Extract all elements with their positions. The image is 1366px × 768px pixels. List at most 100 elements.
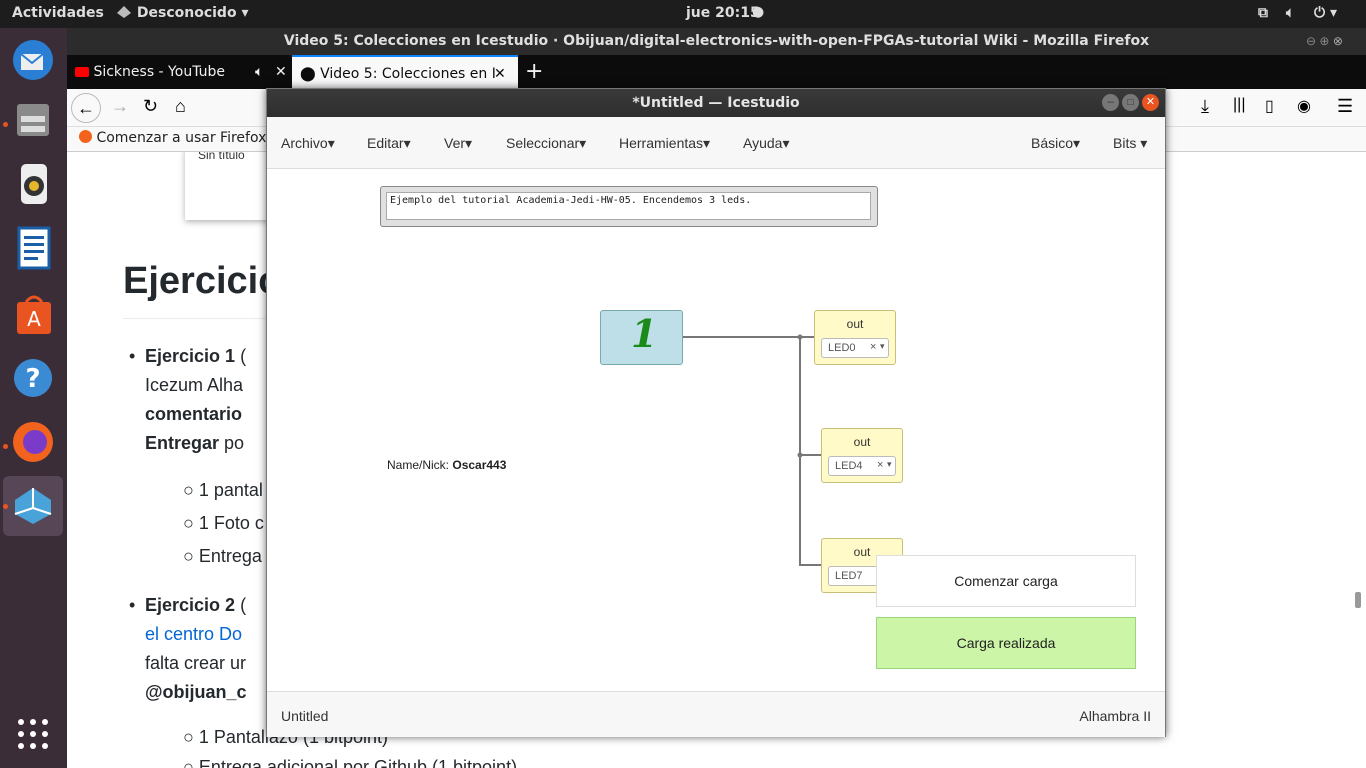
bookmark-item[interactable]: Comenzar a usar Firefox: [79, 130, 266, 146]
firefox-icon[interactable]: [9, 418, 57, 466]
sublist-item: ○ 1 pantal: [183, 480, 263, 500]
popup-text[interactable]: Sin título: [198, 152, 245, 162]
running-indicator: [3, 504, 8, 509]
menu-ayuda[interactable]: Ayuda▾: [743, 135, 789, 152]
menu-label: Básico: [1031, 135, 1074, 151]
wire[interactable]: [683, 336, 827, 566]
minimize-icon[interactable]: –: [1102, 94, 1119, 111]
rhythmbox-icon[interactable]: [9, 160, 57, 208]
back-button[interactable]: ←: [71, 93, 101, 123]
ubuntu-topbar: Actividades Desconocido ▾ jue 20:15 ● ⧉ …: [0, 0, 1366, 28]
project-name: Untitled: [281, 708, 329, 724]
tab-icestudio-wiki[interactable]: ⬤ Video 5: Colecciones en I ✕: [292, 55, 518, 89]
bookmark-label: Comenzar a usar Firefox: [96, 130, 267, 146]
maximize-icon[interactable]: ⊕: [1319, 34, 1329, 48]
name-label: Name/Nick:: [387, 458, 450, 472]
icestudio-window: *Untitled — Icestudio – □ ✕ Archivo▾ Edi…: [266, 88, 1166, 737]
icestudio-footer: Untitled Alhambra II: [267, 691, 1165, 737]
software-center-icon[interactable]: A: [9, 290, 57, 338]
menu-editar[interactable]: Editar▾: [367, 135, 411, 152]
audio-icon[interactable]: 🔈︎: [255, 55, 263, 89]
menu-label: Bits: [1113, 135, 1137, 151]
maximize-icon[interactable]: □: [1122, 94, 1139, 111]
svg-text:A: A: [27, 307, 41, 331]
svg-text:?: ?: [25, 364, 40, 394]
library-icon[interactable]: |||: [1233, 96, 1245, 114]
menu-label: Seleccionar: [506, 135, 580, 151]
clear-icon[interactable]: ×: [870, 341, 876, 353]
output-block[interactable]: out LED4 × ▾: [821, 428, 903, 483]
new-tab-button[interactable]: +: [525, 55, 543, 89]
clear-icon[interactable]: ×: [877, 459, 883, 471]
sublist-text: 1 pantal: [198, 480, 263, 500]
show-apps-icon[interactable]: [9, 710, 57, 758]
menu-label: Ayuda: [743, 135, 783, 151]
item-text: comentario: [145, 404, 243, 424]
output-block[interactable]: out LED0 × ▾: [814, 310, 896, 365]
page-scrollbar[interactable]: [1355, 592, 1361, 608]
list-item: • Ejercicio 1 ( Icezum Alha comentario E…: [129, 346, 247, 453]
running-indicator: [3, 444, 8, 449]
board-name[interactable]: Alhambra II: [1079, 708, 1151, 724]
icestudio-icon[interactable]: [3, 476, 63, 536]
wire-junction: [797, 452, 803, 458]
close-tab-icon[interactable]: ✕: [275, 55, 287, 89]
menu-bits[interactable]: Bits ▾: [1113, 135, 1147, 152]
menu-archivo[interactable]: Archivo▾: [281, 135, 335, 152]
firefox-bookmark-icon: [79, 130, 92, 143]
forward-button[interactable]: →: [111, 96, 129, 117]
files-icon[interactable]: [9, 96, 57, 144]
close-tab-icon[interactable]: ✕: [494, 57, 506, 91]
clock[interactable]: jue 20:15: [686, 5, 760, 21]
icestudio-menubar: Archivo▾ Editar▾ Ver▾ Seleccionar▾ Herra…: [267, 117, 1165, 169]
volume-icon[interactable]: 🔈︎: [1286, 5, 1294, 21]
activities-button[interactable]: Actividades: [12, 5, 104, 21]
item-text: falta crear ur: [145, 653, 247, 673]
tab-youtube[interactable]: Sickness - YouTube 🔈︎ ✕: [75, 55, 293, 89]
design-canvas[interactable]: Ejemplo del tutorial Academia-Jedi-HW-05…: [267, 169, 1165, 691]
tab-label: Sickness - YouTube: [93, 64, 225, 80]
downloads-icon[interactable]: ⤓: [1201, 96, 1209, 117]
network-label: Desconocido: [136, 5, 237, 21]
sublist: ○ 1 pantal ○ 1 Foto c ○ Entrega: [183, 474, 264, 573]
load-done-notification[interactable]: Carga realizada: [876, 617, 1136, 669]
notification-dot-icon: ●: [752, 4, 765, 20]
pin-select[interactable]: LED4 × ▾: [828, 456, 896, 476]
constant-block[interactable]: 1: [600, 310, 683, 365]
reload-button[interactable]: ↻: [143, 96, 158, 117]
wire-junction: [797, 334, 803, 340]
item-text: (: [235, 346, 247, 366]
thunderbird-icon[interactable]: [9, 36, 57, 84]
menu-ver[interactable]: Ver▾: [444, 135, 472, 152]
menu-icon[interactable]: ☰: [1337, 96, 1353, 117]
close-icon[interactable]: ⊗: [1333, 34, 1343, 48]
network-status-icon[interactable]: ⧉: [1258, 5, 1268, 21]
load-start-notification[interactable]: Comenzar carga: [876, 555, 1136, 607]
close-icon[interactable]: ✕: [1142, 94, 1159, 111]
writer-icon[interactable]: [9, 224, 57, 272]
list-item: • Ejercicio 2 ( el centro Do falta crear…: [129, 591, 247, 707]
running-indicator: [3, 122, 8, 127]
power-icon[interactable]: ⏻ ▾: [1314, 5, 1337, 21]
network-menu[interactable]: Desconocido ▾: [116, 5, 248, 21]
menu-basico[interactable]: Básico▾: [1031, 135, 1080, 152]
sublist-item: ○ Entrega: [183, 546, 262, 566]
name-annotation: Name/Nick: Oscar443: [387, 458, 506, 472]
item-text: po: [219, 433, 245, 453]
menu-label: Archivo: [281, 135, 328, 151]
home-button[interactable]: ⌂: [175, 96, 186, 117]
chevron-down-icon[interactable]: ▾: [880, 341, 885, 352]
chevron-down-icon[interactable]: ▾: [887, 459, 892, 470]
menu-seleccionar[interactable]: Seleccionar▾: [506, 135, 586, 152]
pin-select[interactable]: LED0 × ▾: [821, 338, 889, 358]
menu-herramientas[interactable]: Herramientas▾: [619, 135, 710, 152]
output-title: out: [853, 435, 871, 449]
item-link[interactable]: el centro Do: [145, 620, 247, 649]
sublist-text: Entrega: [198, 546, 262, 566]
item-bold: Ejercicio 2: [145, 595, 236, 615]
sidebar-icon[interactable]: ▯: [1265, 96, 1274, 116]
minimize-icon[interactable]: ⊖: [1306, 34, 1316, 48]
page-heading: Ejercicio: [123, 260, 282, 302]
account-icon[interactable]: ◉: [1297, 96, 1311, 116]
help-icon[interactable]: ?: [9, 354, 57, 402]
